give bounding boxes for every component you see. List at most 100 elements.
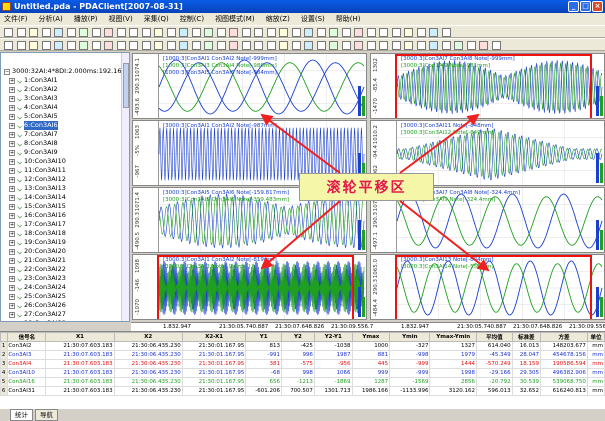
expand-icon[interactable]: +: [9, 113, 15, 120]
toolbar2-tool-icon-2[interactable]: [29, 41, 38, 50]
toolbar1-tool-icon-18[interactable]: [229, 28, 238, 37]
tree-item[interactable]: +6:Con3AI6: [9, 121, 58, 130]
toolbar2-tool-icon-14[interactable]: [179, 41, 188, 50]
expand-icon[interactable]: +: [9, 266, 15, 273]
expand-icon[interactable]: +: [9, 185, 15, 192]
toolbar2-tool-icon-35[interactable]: [441, 41, 451, 50]
maximize-button[interactable]: □: [580, 1, 591, 12]
plot-panel[interactable]: -484.4 290.3 1065.0 [3000:3]Con3AI13 Note[-…: [370, 254, 605, 320]
tree-item[interactable]: +13:Con3AI13: [9, 184, 66, 193]
toolbar1-tool-icon-19[interactable]: [241, 28, 251, 37]
toolbar2-tool-icon-8[interactable]: [104, 41, 113, 50]
toolbar1-tool-icon-13[interactable]: [166, 28, 176, 37]
toolbar2-tool-icon-3[interactable]: [41, 41, 51, 50]
toolbar2-tool-icon-22[interactable]: [279, 41, 288, 50]
toolbar1-tool-icon-1[interactable]: [16, 28, 26, 37]
tree-item[interactable]: +1:Con3AI1: [9, 76, 58, 85]
toolbar2-tool-icon-38[interactable]: [479, 41, 488, 50]
toolbar2-tool-icon-23[interactable]: [291, 41, 301, 50]
toolbar2-tool-icon-20[interactable]: [254, 41, 263, 50]
toolbar1-tool-icon-16[interactable]: [204, 28, 213, 37]
tree-item[interactable]: +21:Con3AI21: [9, 256, 66, 265]
toolbar1-tool-icon-5[interactable]: [66, 28, 76, 37]
tree-item[interactable]: +20:Con3AI20: [9, 247, 66, 256]
toolbar1-tool-icon-33[interactable]: [416, 28, 426, 37]
toolbar1-tool-icon-12[interactable]: [154, 28, 163, 37]
tree-item[interactable]: +26:Con3AI26: [9, 301, 66, 310]
expand-icon[interactable]: +: [9, 122, 15, 129]
expand-icon[interactable]: +: [9, 176, 15, 183]
menu-item-9[interactable]: 帮助(H): [336, 13, 361, 25]
toolbar2-tool-icon-30[interactable]: [379, 41, 388, 50]
toolbar2-tool-icon-39[interactable]: [491, 41, 501, 50]
toolbar2-tool-icon-25[interactable]: [316, 41, 326, 50]
close-button[interactable]: ×: [592, 1, 603, 12]
column-header[interactable]: 方差: [539, 332, 588, 342]
toolbar1-tool-icon-7[interactable]: [91, 28, 101, 37]
toolbar1-tool-icon-24[interactable]: [304, 28, 313, 37]
tree-item[interactable]: +18:Con3AI18: [9, 229, 66, 238]
toolbar2-tool-icon-19[interactable]: [241, 41, 251, 50]
table-row[interactable]: 1 Con3AI2 21:30:07.603.183 21:30:06.435.230…: [0, 341, 605, 351]
toolbar1-tool-icon-31[interactable]: [391, 28, 401, 37]
expand-icon[interactable]: +: [9, 311, 15, 318]
toolbar2-tool-icon-13[interactable]: [166, 41, 176, 50]
menu-item-5[interactable]: 控制(C): [180, 13, 204, 25]
toolbar1-tool-icon-15[interactable]: [191, 28, 201, 37]
expand-icon[interactable]: +: [9, 320, 15, 321]
tree-scrollbar[interactable]: [121, 53, 129, 321]
column-header[interactable]: 信号名: [7, 332, 47, 342]
table-row[interactable]: 4 Con3AI10 21:30:07.603.183 21:30:06.435.23…: [0, 368, 605, 378]
tree-item[interactable]: +27:Con3AI27: [9, 310, 66, 319]
toolbar2-tool-icon-33[interactable]: [416, 41, 426, 50]
expand-icon[interactable]: +: [9, 230, 15, 237]
tree-item[interactable]: +23:Con3AI23: [9, 274, 66, 283]
toolbar2-tool-icon-15[interactable]: [191, 41, 201, 50]
tree-item[interactable]: +24:Con3AI24: [9, 283, 66, 292]
toolbar2-tool-icon-18[interactable]: [229, 41, 238, 50]
toolbar2-tool-icon-5[interactable]: [66, 41, 76, 50]
table-row[interactable]: 6 Con3AI31 21:30:07.603.183 21:30:06.435.23…: [0, 386, 605, 396]
toolbar1-tool-icon-25[interactable]: [316, 28, 326, 37]
toolbar2-tool-icon-24[interactable]: [304, 41, 313, 50]
tree-item[interactable]: +8:Con3AI8: [9, 139, 58, 148]
toolbar1-tool-icon-26[interactable]: [329, 28, 338, 37]
menu-item-6[interactable]: 视图模式(M): [215, 13, 255, 25]
tree-item[interactable]: +11:Con3AI11: [9, 166, 66, 175]
tree-item[interactable]: +17:Con3AI17: [9, 220, 66, 229]
toolbar1-tool-icon-14[interactable]: [179, 28, 188, 37]
table-row[interactable]: 2 Con3AI3 21:30:07.603.183 21:30:06.435.230…: [0, 350, 605, 360]
toolbar1-tool-icon-32[interactable]: [404, 28, 413, 37]
expand-icon[interactable]: +: [9, 149, 15, 156]
toolbar2-tool-icon-11[interactable]: [141, 41, 151, 50]
toolbar2-tool-icon-28[interactable]: [354, 41, 363, 50]
toolbar1-tool-icon-28[interactable]: [354, 28, 363, 37]
toolbar2-tool-icon-37[interactable]: [466, 41, 476, 50]
expand-icon[interactable]: +: [9, 293, 15, 300]
expand-icon[interactable]: +: [9, 248, 15, 255]
toolbar2-tool-icon-32[interactable]: [404, 41, 413, 50]
menu-item-4[interactable]: 采集(Q): [144, 13, 169, 25]
toolbar2-tool-icon-21[interactable]: [266, 41, 276, 50]
expand-icon[interactable]: +: [9, 302, 15, 309]
column-header[interactable]: Ymin: [389, 332, 431, 342]
tree-item[interactable]: +3:Con3AI3: [9, 94, 58, 103]
toolbar1-tool-icon-6[interactable]: [79, 28, 88, 37]
tree-item[interactable]: +15:Con3AI15: [9, 202, 66, 211]
table-row[interactable]: 3 Con3AI4 21:30:07.603.183 21:30:06.435.230…: [0, 359, 605, 369]
expand-icon[interactable]: +: [9, 257, 15, 264]
toolbar2-tool-icon-4[interactable]: [54, 41, 63, 50]
expand-icon[interactable]: +: [9, 194, 15, 201]
tree-item[interactable]: +19:Con3AI19: [9, 238, 66, 247]
expand-icon[interactable]: +: [9, 221, 15, 228]
toolbar2-tool-icon-0[interactable]: [4, 41, 13, 50]
tree-item[interactable]: +5:Con3AI5: [9, 112, 58, 121]
toolbar2-tool-icon-6[interactable]: [79, 41, 88, 50]
column-header[interactable]: 标准差: [511, 332, 541, 342]
column-header[interactable]: Ymax: [351, 332, 391, 342]
tree-item[interactable]: +28:Con3AI28: [9, 319, 66, 321]
expand-icon[interactable]: +: [9, 284, 15, 291]
toolbar2-tool-icon-10[interactable]: [129, 41, 138, 50]
signal-tree[interactable]: −3000:32AI:4*8DI:2.000ms:192.16 +1:Con3A…: [0, 52, 130, 322]
toolbar2-tool-icon-1[interactable]: [16, 41, 26, 50]
